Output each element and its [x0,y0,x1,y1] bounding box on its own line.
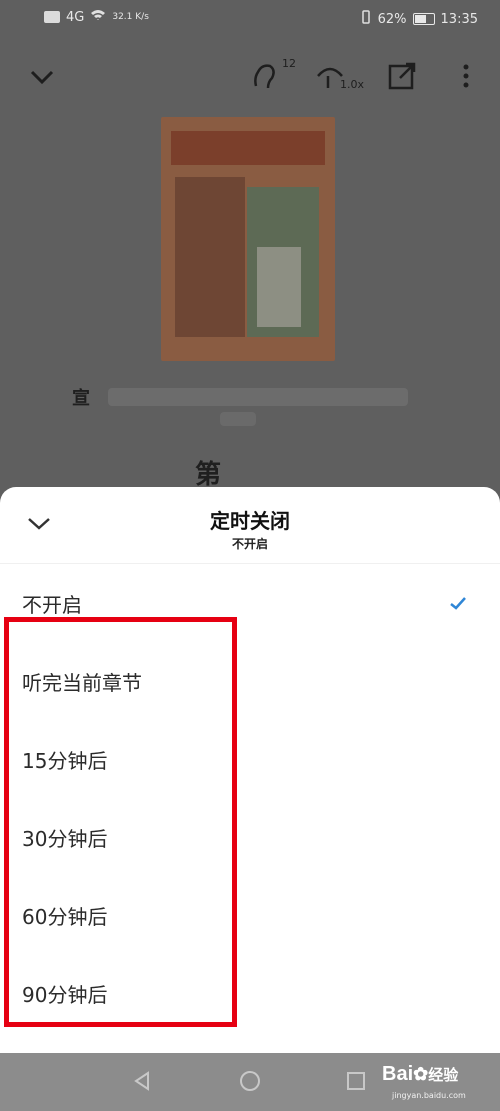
wifi-icon [90,9,106,25]
chevron-down-icon[interactable] [24,58,60,94]
sheet-title: 定时关闭 [210,509,290,533]
option-label: 听完当前章节 [22,671,142,695]
timer-option-30min[interactable]: 30分钟后 [0,799,500,877]
chapter-title-visible: 第 [195,460,222,490]
timer-option-off[interactable]: 不开启 [0,565,500,643]
listen-count: 12 [282,57,296,70]
paw-icon: ✿ [413,1064,429,1084]
home-icon[interactable] [238,1069,262,1093]
blurred-subtitle [220,412,256,426]
cover-art [257,247,301,327]
status-right: 62% 13:35 [360,10,478,28]
network-speed: 32.1 K/s [112,12,149,22]
network-label: 4G [66,9,85,25]
player-toolbar: 12 1.0x [0,48,500,108]
back-icon[interactable] [130,1069,154,1093]
sleep-timer-sheet: 定时关闭 不开启 不开启 听完当前章节 15分钟后 30分钟后 60分钟后 90… [0,487,500,1055]
speed-value: 1.0x [340,78,365,91]
clock: 13:35 [440,11,478,27]
sim-icon [44,11,60,23]
cover-band [171,131,325,165]
book-title-visible: 宣 [72,388,90,409]
option-label: 60分钟后 [22,905,108,929]
recents-icon[interactable] [344,1069,368,1093]
book-cover [161,117,335,361]
book-title: 宣 [72,384,422,410]
status-left: 4G 32.1 K/s [44,9,149,25]
share-icon[interactable] [384,58,420,94]
baidu-watermark: Bai✿经验 jingyan.baidu.com [382,1061,494,1105]
option-label: 不开启 [22,593,82,617]
check-icon [448,593,468,613]
more-icon[interactable] [448,58,484,94]
battery-percent: 62% [377,11,407,27]
status-bar: 4G 32.1 K/s 62% 13:35 [0,0,500,38]
timer-option-chapter-end[interactable]: 听完当前章节 [0,643,500,721]
option-label: 15分钟后 [22,749,108,773]
watermark-url: jingyan.baidu.com [392,1091,466,1100]
battery-icon [412,13,435,25]
timer-option-15min[interactable]: 15分钟后 [0,721,500,799]
watermark-logo: Bai✿经验 [382,1063,459,1085]
timer-option-60min[interactable]: 60分钟后 [0,877,500,955]
option-label: 90分钟后 [22,983,108,1007]
chapter-title: 第 [195,454,305,490]
vibrate-icon [360,10,372,28]
ear-icon[interactable] [246,58,282,94]
option-label: 30分钟后 [22,827,108,851]
blurred-title [108,388,408,406]
timer-option-90min[interactable]: 90分钟后 [0,955,500,1033]
sheet-header: 定时关闭 不开启 [0,487,500,564]
sheet-subtitle: 不开启 [231,537,268,551]
cover-art [175,177,245,337]
